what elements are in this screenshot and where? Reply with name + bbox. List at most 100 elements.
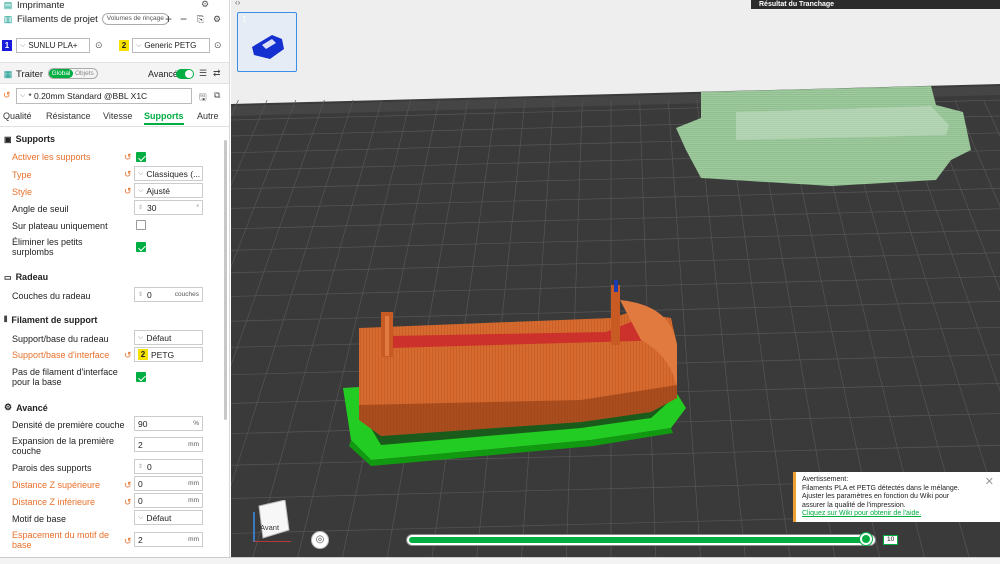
chevron-down-icon: ⌵ bbox=[20, 41, 26, 49]
save-preset-icon[interactable]: 🖫 bbox=[199, 90, 207, 106]
view-cube[interactable]: Avant bbox=[251, 499, 291, 543]
top-z-distance-input[interactable]: 0 mm bbox=[134, 476, 203, 491]
toggle-objects[interactable]: Objets bbox=[75, 69, 94, 78]
chevron-down-icon: ⌵ bbox=[138, 333, 144, 341]
view-cube-graphic bbox=[253, 499, 291, 543]
support-walls-input[interactable]: ⇕ 0 bbox=[134, 459, 203, 474]
tab-supports[interactable]: Supports bbox=[144, 111, 184, 125]
support-base-select[interactable]: ⌵ Défaut bbox=[134, 330, 203, 345]
advanced-label: Avancé bbox=[148, 69, 178, 79]
reset-icon[interactable]: ↺ bbox=[124, 536, 132, 547]
remove-small-overhangs-checkbox[interactable] bbox=[136, 242, 146, 252]
thumbnail-object-icon bbox=[252, 35, 284, 59]
copy-preset-icon[interactable]: ⧉ bbox=[214, 90, 220, 101]
spin-icon[interactable]: ⇕ bbox=[138, 463, 143, 470]
support-walls-label: Parois des supports bbox=[12, 463, 92, 473]
tab-speed[interactable]: Vitesse bbox=[103, 111, 132, 121]
wiki-link[interactable]: Cliquez sur Wiki pour obtenir de l'aide. bbox=[802, 510, 994, 519]
base-pattern-spacing-label: Espacement du motif de base bbox=[12, 530, 110, 550]
process-icon: ▦ bbox=[3, 69, 13, 79]
taskbar bbox=[0, 557, 1000, 564]
chevron-down-icon: ⌵ bbox=[138, 169, 144, 177]
view-cube-label: Avant bbox=[260, 523, 280, 532]
advanced-toggle[interactable] bbox=[176, 69, 194, 79]
gear-icon: ⚙ bbox=[4, 402, 13, 412]
first-layer-expansion-input[interactable]: 2 mm bbox=[134, 437, 203, 452]
base-pattern-spacing-input[interactable]: 2 mm bbox=[134, 532, 203, 547]
reset-icon[interactable]: ↺ bbox=[124, 497, 132, 508]
settings-panel: ▤ Imprimante ⚙ ▥ Filaments de projet Vol… bbox=[0, 0, 230, 564]
spin-icon[interactable]: ⇕ bbox=[138, 204, 143, 211]
filaments-title: Filaments de projet bbox=[17, 13, 98, 25]
global-objects-toggle[interactable]: Global Objets bbox=[48, 68, 98, 79]
close-icon[interactable]: ✕ bbox=[985, 477, 994, 488]
no-interface-filament-checkbox[interactable] bbox=[136, 372, 146, 382]
filament-icon: ▥ bbox=[3, 14, 13, 24]
reset-icon[interactable]: ↺ bbox=[124, 169, 132, 180]
printer-icon: ▤ bbox=[3, 0, 13, 10]
layer-value: 10 bbox=[883, 535, 899, 545]
tab-quality[interactable]: Qualité bbox=[3, 111, 32, 121]
base-pattern-select[interactable]: ⌵ Défaut bbox=[134, 510, 203, 525]
tab-others[interactable]: Autre bbox=[197, 111, 219, 121]
tab-strength[interactable]: Résistance bbox=[46, 111, 91, 121]
printer-header[interactable]: ▤ Imprimante ⚙ bbox=[0, 0, 229, 11]
plate-thumbnail[interactable]: 1 bbox=[237, 12, 297, 72]
settings-scrollbar[interactable] bbox=[224, 140, 227, 420]
printer-title: Imprimante bbox=[17, 0, 65, 11]
process-title: Traiter bbox=[16, 69, 44, 80]
tabs-bar: Qualité Résistance Vitesse Supports Autr… bbox=[0, 111, 229, 127]
filaments-header: ▥ Filaments de projet Volumes de rinçage… bbox=[0, 11, 229, 27]
filament-1-select[interactable]: ⌵ SUNLU PLA+ bbox=[16, 38, 90, 53]
filament-2-number: 2 bbox=[119, 40, 129, 51]
recenter-icon[interactable]: ◎ bbox=[311, 531, 329, 549]
reset-icon[interactable]: ↺ bbox=[124, 152, 132, 163]
filament-1-number: 1 bbox=[2, 40, 12, 51]
bottom-z-distance-input[interactable]: 0 mm bbox=[134, 493, 203, 508]
reset-icon[interactable]: ↺ bbox=[124, 480, 132, 491]
reset-icon[interactable]: ↺ bbox=[124, 186, 132, 197]
first-layer-density-label: Densité de première couche bbox=[12, 420, 125, 430]
threshold-angle-label: Angle de seuil bbox=[12, 204, 69, 214]
first-layer-expansion-label: Expansion de la première couche bbox=[12, 436, 115, 456]
threshold-angle-input[interactable]: ⇕ 30 ° bbox=[134, 200, 203, 215]
layer-slider-handle[interactable] bbox=[860, 533, 873, 545]
raft-layers-label: Couches du radeau bbox=[12, 291, 91, 301]
filament-settings-icon[interactable]: ⚙ bbox=[213, 14, 221, 25]
support-interface-select[interactable]: 2 PETG bbox=[134, 347, 203, 362]
reset-icon[interactable]: ↺ bbox=[124, 350, 132, 361]
support-style-select[interactable]: ⌵ Ajusté bbox=[134, 183, 203, 198]
raft-layers-input[interactable]: ⇕ 0 couches bbox=[134, 287, 203, 302]
filament-2-select[interactable]: ⌵ Generic PETG bbox=[132, 38, 210, 53]
first-layer-density-input[interactable]: 90 % bbox=[134, 416, 203, 431]
collapse-icon[interactable]: ‹› bbox=[235, 0, 240, 7]
top-z-distance-label: Distance Z supérieure bbox=[12, 480, 101, 490]
sync-icon[interactable]: ⎘ bbox=[197, 14, 204, 25]
support-interface-label: Support/base d'interface bbox=[12, 350, 110, 360]
layer-slider[interactable] bbox=[406, 533, 876, 546]
on-build-plate-checkbox[interactable] bbox=[136, 220, 146, 230]
spin-icon[interactable]: ⇕ bbox=[138, 291, 143, 298]
on-build-plate-label: Sur plateau uniquement bbox=[12, 221, 108, 231]
remove-filament-icon[interactable]: − bbox=[180, 12, 187, 26]
slice-result-header[interactable]: Résultat du Tranchage bbox=[751, 0, 1000, 9]
filament-2-number: 2 bbox=[138, 349, 148, 360]
3d-viewport[interactable]: 1 Résultat du Tranchage ‹› Avant ◎ Avert… bbox=[231, 0, 1000, 564]
support-type-label: Type bbox=[12, 170, 32, 180]
add-filament-icon[interactable]: + bbox=[165, 12, 172, 26]
chevron-down-icon: ⌵ bbox=[138, 186, 144, 194]
filament-2-edit-icon[interactable]: ⊙ bbox=[214, 40, 222, 51]
settings-icon[interactable]: ⚙ bbox=[201, 0, 209, 10]
support-type-select[interactable]: ⌵ Classiques (... bbox=[134, 166, 203, 181]
toggle-global[interactable]: Global bbox=[49, 69, 73, 78]
compare-icon[interactable]: ⇄ bbox=[213, 68, 221, 79]
preset-reset-icon[interactable]: ↺ bbox=[3, 90, 11, 101]
enable-support-checkbox[interactable] bbox=[136, 152, 146, 162]
list-icon[interactable]: ☰ bbox=[199, 68, 207, 79]
support-style-label: Style bbox=[12, 187, 33, 197]
filament-1-edit-icon[interactable]: ⊙ bbox=[95, 40, 103, 51]
process-preset-select[interactable]: ⌵ * 0.20mm Standard @BBL X1C bbox=[16, 88, 192, 104]
base-pattern-label: Motif de base bbox=[12, 514, 67, 524]
flush-volumes-button[interactable]: Volumes de rinçage bbox=[101, 13, 169, 25]
chevron-down-icon: ⌵ bbox=[136, 41, 142, 49]
